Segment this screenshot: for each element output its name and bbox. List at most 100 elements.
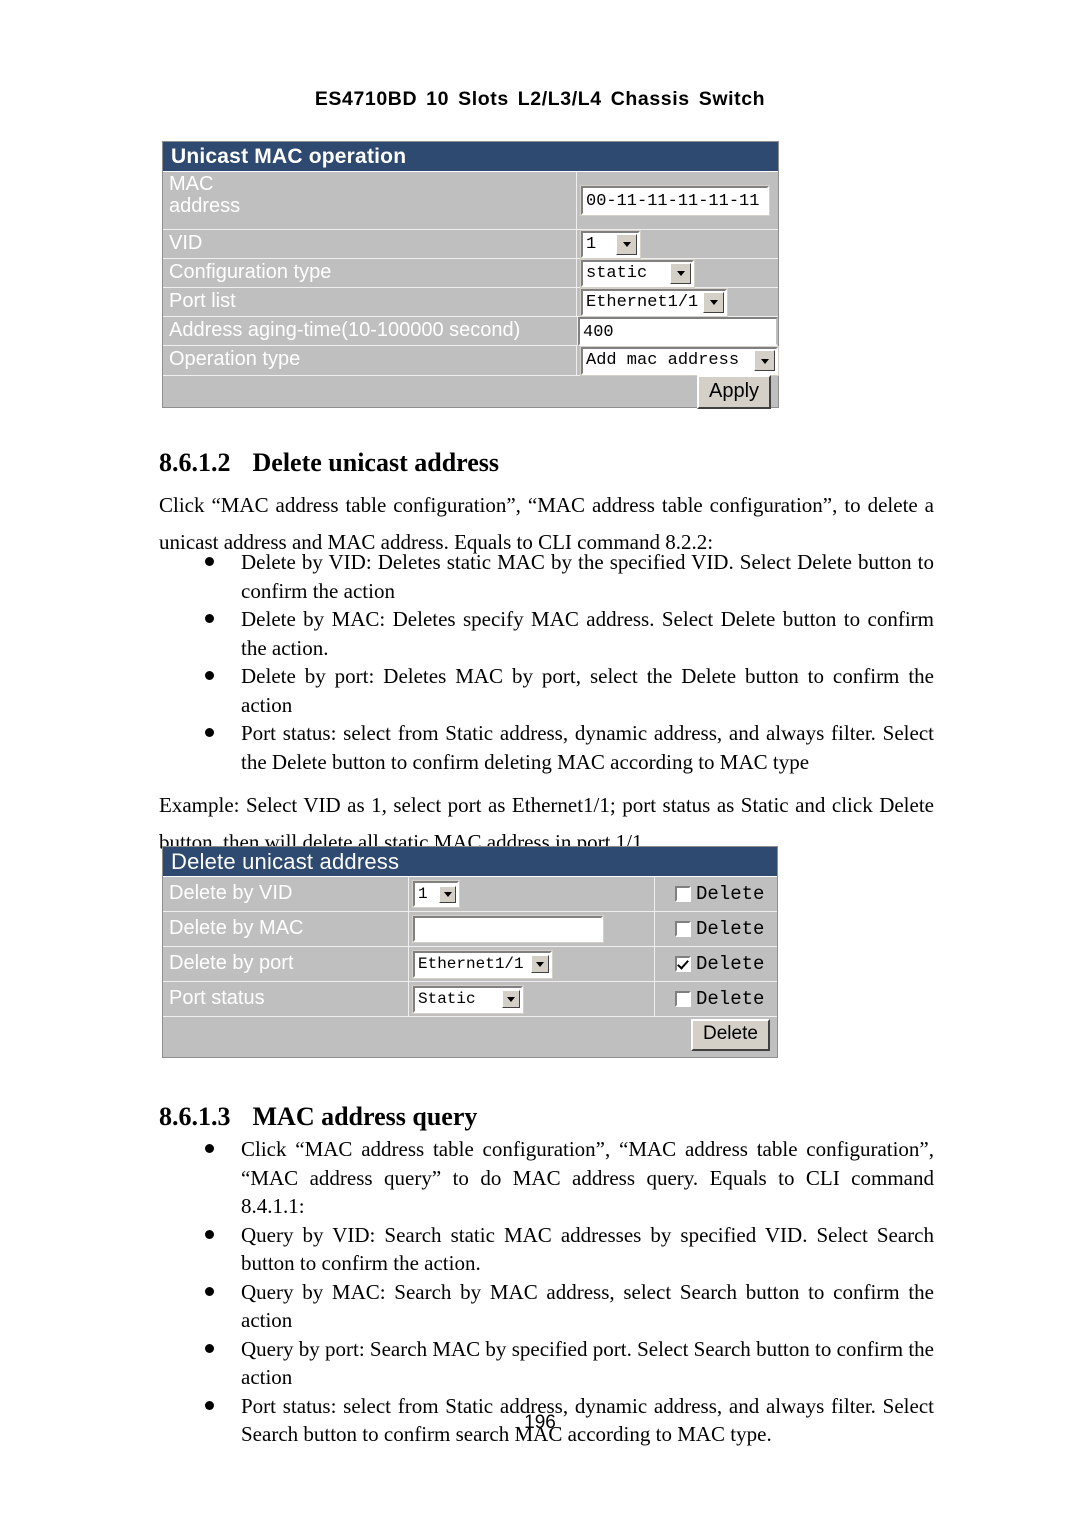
field-delete-submit: Delete <box>691 1017 777 1053</box>
label-delete-by-port: Delete by port <box>163 947 409 982</box>
bullet-icon <box>205 1343 214 1353</box>
mac-address-input[interactable]: 00-11-11-11-11-11 <box>580 185 770 216</box>
label-port-status: Port status <box>163 982 409 1017</box>
chevron-down-icon[interactable] <box>439 885 456 903</box>
label-mac-address-line2: address <box>169 194 241 217</box>
field-delete-by-mac-checkbox: Delete <box>655 912 777 947</box>
delete-by-mac-checkbox-wrap[interactable]: Delete <box>675 918 764 940</box>
bullet-icon <box>205 614 214 623</box>
row-port-list: Port list Ethernet1/1 <box>163 287 778 317</box>
delete-by-port-select[interactable]: Ethernet1/1 <box>412 949 553 979</box>
bullet-icon <box>205 728 214 737</box>
delete-by-mac-checkbox-label: Delete <box>696 918 765 940</box>
delete-by-vid-select[interactable]: 1 <box>412 880 460 908</box>
field-configuration-type: static <box>577 258 778 288</box>
delete-by-mac-checkbox[interactable] <box>675 921 691 937</box>
field-port-list: Ethernet1/1 <box>577 287 778 317</box>
port-status-select[interactable]: Static <box>412 984 524 1014</box>
delete-button[interactable]: Delete <box>691 1019 770 1051</box>
field-mac-address: 00-11-11-11-11-11 <box>577 172 778 230</box>
section-8612-bullets: Delete by VID: Deletes static MAC by the… <box>203 548 934 776</box>
label-configuration-type: Configuration type <box>163 259 577 288</box>
unicast-mac-operation-panel: Unicast MAC operation MAC address 00-11-… <box>162 141 779 409</box>
row-port-status: Port status Static Delete <box>163 982 777 1017</box>
chevron-down-icon[interactable] <box>616 233 637 255</box>
vid-select-value: 1 <box>586 234 597 254</box>
port-status-checkbox-wrap[interactable]: Delete <box>675 988 764 1010</box>
section-heading-8612: 8.6.1.2 Delete unicast address <box>159 448 499 478</box>
list-item-text: Delete by port: Deletes MAC by port, sel… <box>241 664 934 717</box>
field-delete-by-vid: 1 <box>409 877 655 912</box>
bullet-icon <box>205 671 214 680</box>
label-mac-address-line1: MAC <box>169 173 214 195</box>
list-item: Delete by port: Deletes MAC by port, sel… <box>203 662 934 719</box>
delete-by-vid-checkbox-label: Delete <box>696 883 765 905</box>
row-vid: VID 1 <box>163 229 778 259</box>
delete-by-port-checkbox[interactable] <box>675 956 691 972</box>
delete-by-vid-checkbox[interactable] <box>675 886 691 902</box>
delete-by-port-checkbox-wrap[interactable]: Delete <box>675 953 764 975</box>
apply-row-spacer <box>163 376 697 407</box>
field-vid: 1 <box>577 229 778 259</box>
field-apply: Apply <box>697 374 778 409</box>
chevron-down-icon[interactable] <box>670 262 691 284</box>
label-vid: VID <box>163 230 577 259</box>
label-delete-by-vid: Delete by VID <box>163 877 409 912</box>
row-delete-by-vid: Delete by VID 1 Delete <box>163 877 777 912</box>
bullet-icon <box>205 557 214 566</box>
field-operation-type: Add mac address <box>577 345 779 376</box>
bullet-icon <box>205 1286 214 1296</box>
section-number-8613: 8.6.1.3 <box>159 1102 231 1131</box>
bullet-icon <box>205 1229 214 1239</box>
field-address-aging-time: 400 <box>578 316 778 346</box>
delete-by-vid-value: 1 <box>418 884 428 903</box>
panel-title-unicast: Unicast MAC operation <box>163 142 778 172</box>
label-delete-by-mac: Delete by MAC <box>163 912 409 947</box>
row-delete-by-mac: Delete by MAC Delete <box>163 912 777 947</box>
section-heading-8613: 8.6.1.3 MAC address query <box>159 1102 477 1132</box>
field-delete-by-mac <box>409 912 655 947</box>
list-item-text: Delete by MAC: Deletes specify MAC addre… <box>241 607 934 660</box>
port-status-checkbox[interactable] <box>675 991 691 1007</box>
list-item-text: Query by port: Search MAC by specified p… <box>241 1336 934 1390</box>
delete-by-mac-input[interactable] <box>412 915 604 943</box>
label-address-aging-time: Address aging-time(10-100000 second) <box>163 317 578 346</box>
list-item: Query by MAC: Search by MAC address, sel… <box>203 1278 934 1335</box>
panel-title-delete: Delete unicast address <box>163 847 777 877</box>
port-status-checkbox-label: Delete <box>696 988 765 1010</box>
list-item: Click “MAC address table configuration”,… <box>203 1135 934 1221</box>
operation-type-value: Add mac address <box>586 351 740 370</box>
chevron-down-icon[interactable] <box>703 291 724 313</box>
list-item-text: Delete by VID: Deletes static MAC by the… <box>241 550 934 603</box>
operation-type-select[interactable]: Add mac address <box>580 345 779 376</box>
list-item-text: Query by VID: Search static MAC addresse… <box>241 1222 934 1276</box>
address-aging-time-input[interactable]: 400 <box>578 316 778 346</box>
apply-button[interactable]: Apply <box>697 374 772 409</box>
list-item-text: Click “MAC address table configuration”,… <box>241 1137 934 1218</box>
delete-by-vid-checkbox-wrap[interactable]: Delete <box>675 883 764 905</box>
row-operation-type: Operation type Add mac address <box>163 345 779 376</box>
row-configuration-type: Configuration type static <box>163 258 778 288</box>
row-mac-address: MAC address 00-11-11-11-11-11 <box>163 172 778 230</box>
chevron-down-icon[interactable] <box>502 990 520 1008</box>
section-8613-bullets: Click “MAC address table configuration”,… <box>203 1135 934 1449</box>
list-item: Delete by MAC: Deletes specify MAC addre… <box>203 605 934 662</box>
configuration-type-select[interactable]: static <box>580 258 695 288</box>
label-mac-address: MAC address <box>163 172 577 230</box>
row-delete-by-port: Delete by port Ethernet1/1 Delete <box>163 947 777 982</box>
delete-by-port-value: Ethernet1/1 <box>418 954 524 973</box>
configuration-type-value: static <box>586 263 648 283</box>
row-apply: Apply <box>163 374 778 409</box>
section-title-8613: MAC address query <box>252 1102 478 1131</box>
vid-select[interactable]: 1 <box>580 229 641 259</box>
field-delete-by-port: Ethernet1/1 <box>409 947 655 982</box>
field-delete-by-port-checkbox: Delete <box>655 947 777 982</box>
field-port-status: Static <box>409 982 655 1017</box>
chevron-down-icon[interactable] <box>754 350 775 371</box>
row-address-aging-time: Address aging-time(10-100000 second) 400 <box>163 316 778 346</box>
section-title-8612: Delete unicast address <box>252 448 500 477</box>
port-list-select[interactable]: Ethernet1/1 <box>580 287 728 317</box>
chevron-down-icon[interactable] <box>531 955 549 973</box>
field-delete-by-vid-checkbox: Delete <box>655 877 777 912</box>
manual-page: ES4710BD 10 Slots L2/L3/L4 Chassis Switc… <box>0 0 1080 1528</box>
